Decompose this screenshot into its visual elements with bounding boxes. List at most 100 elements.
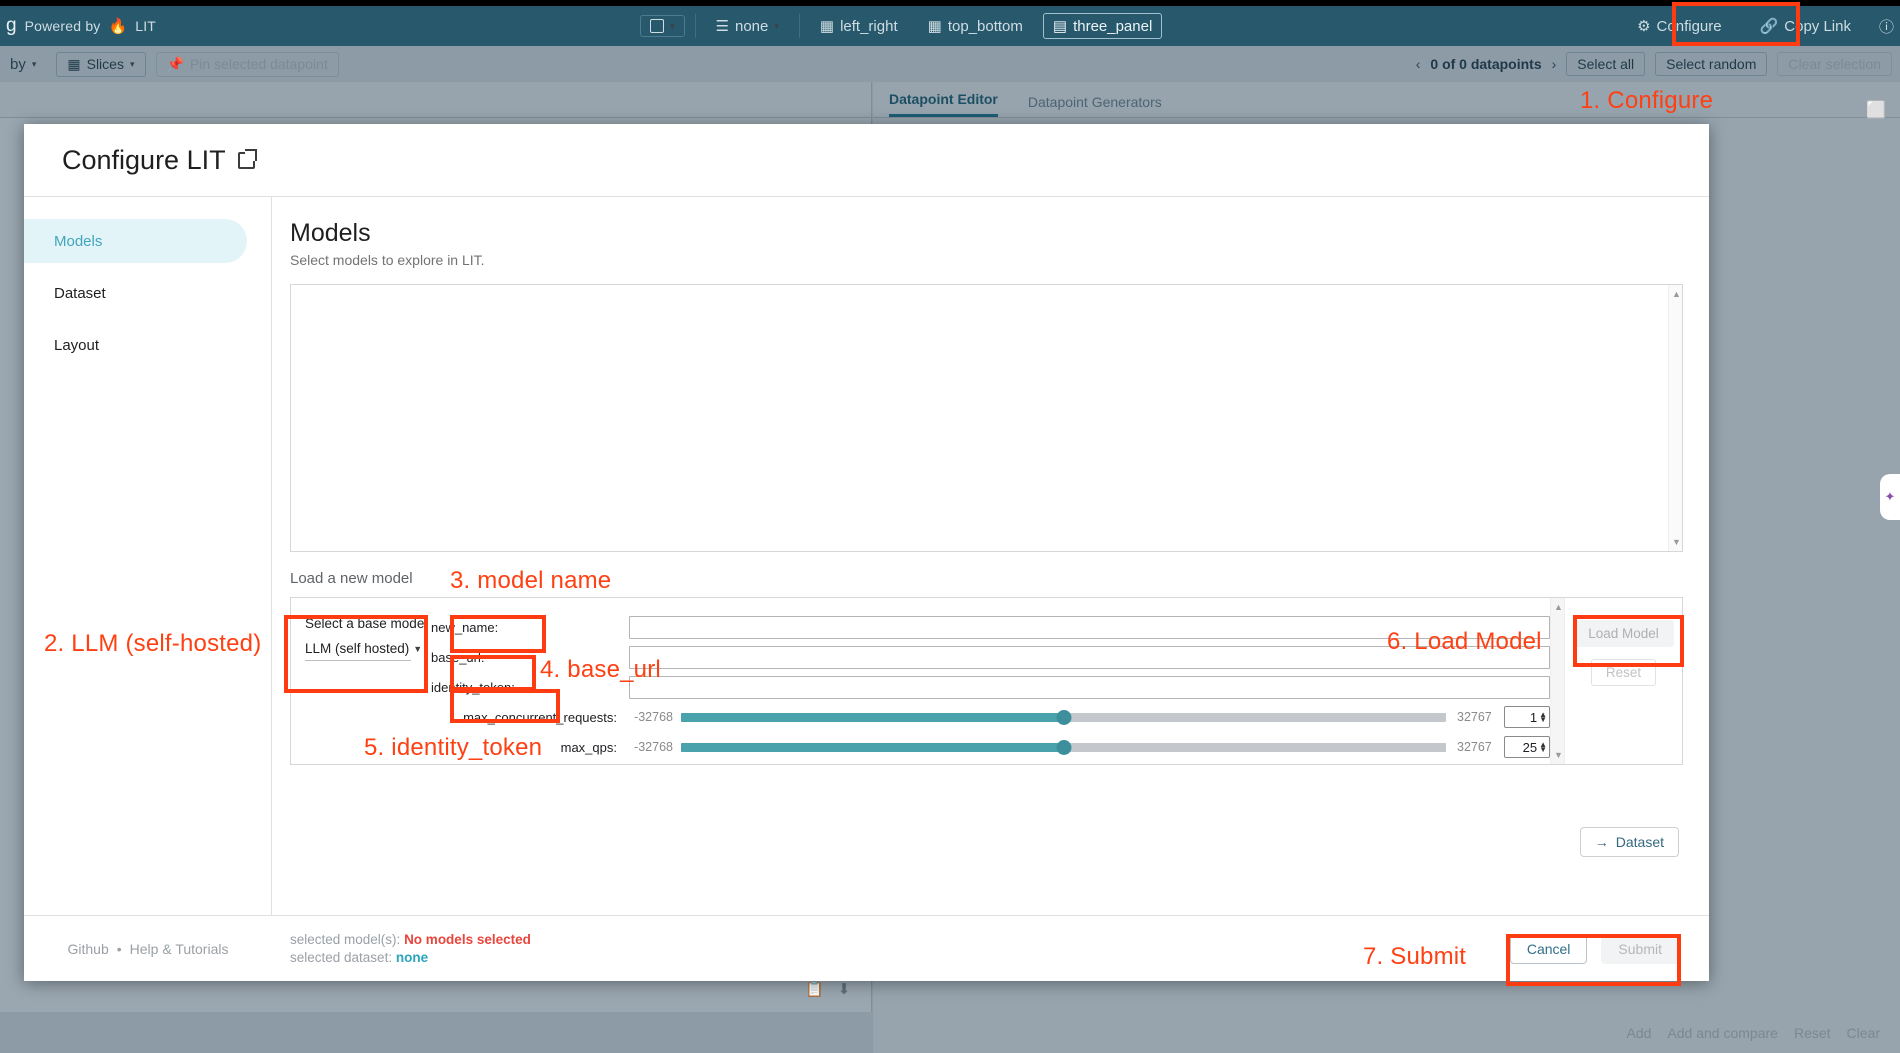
dialog-title: Configure LIT <box>62 145 226 176</box>
stepper-arrows-icon[interactable]: ▲▼ <box>1539 712 1547 722</box>
selected-dataset-value: none <box>396 950 428 965</box>
subbar-right-controls: ‹ 0 of 0 datapoints › Select all Select … <box>1416 52 1892 76</box>
chevron-down-icon: ▾ <box>670 21 675 32</box>
help-icon[interactable]: ⓘ <box>1879 16 1894 37</box>
sidebar-item-layout-label: Layout <box>54 337 99 354</box>
prev-datapoint-arrow[interactable]: ‹ <box>1416 56 1421 72</box>
add-and-compare-button[interactable]: Add and compare <box>1667 1025 1778 1041</box>
dialog-main: Models Select models to explore in LIT. … <box>272 197 1709 915</box>
dialog-body: Models Dataset Layout Models Select mode… <box>24 196 1709 915</box>
submit-button[interactable]: Submit <box>1601 934 1679 964</box>
dialog-footer-buttons: Cancel Submit <box>1510 934 1679 964</box>
clear-selection-label: Clear selection <box>1788 56 1881 72</box>
slices-button[interactable]: ▦ Slices ▾ <box>56 52 145 77</box>
sidebar-item-models-label: Models <box>54 233 102 250</box>
slices-label: Slices <box>87 56 124 72</box>
load-new-model-label: Load a new model <box>290 570 413 587</box>
tab-datapoint-generators[interactable]: Datapoint Generators <box>1028 94 1162 117</box>
layout-top-bottom-label: top_bottom <box>948 18 1023 35</box>
scroll-down-icon[interactable]: ▼ <box>1672 537 1681 547</box>
panels-icon: ▤ <box>1053 17 1067 35</box>
dialog-title-bar: Configure LIT <box>24 124 1709 196</box>
selected-dataset-line: selected dataset: none <box>290 949 531 967</box>
max-qps-min: -32768 <box>629 740 673 754</box>
stepper-arrows-icon[interactable]: ▲▼ <box>1539 742 1547 752</box>
layout-left-right-button[interactable]: ▦ left_right <box>810 13 908 39</box>
model-selector-button[interactable]: ▾ <box>640 15 685 37</box>
select-all-button[interactable]: Select all <box>1566 52 1645 76</box>
clear-selection-button[interactable]: Clear selection <box>1777 52 1892 76</box>
datapoint-count-label: 0 of 0 datapoints <box>1430 56 1541 72</box>
max-concurrent-requests-stepper[interactable]: 1 ▲▼ <box>1504 706 1550 728</box>
max-qps-stepper[interactable]: 25 ▲▼ <box>1504 736 1550 758</box>
toolbar-layout-controls: ▾ ☰ none ▾ ▦ left_right ▦ top_bottom ▤ t… <box>640 6 1162 46</box>
help-tutorials-link[interactable]: Help & Tutorials <box>130 941 229 957</box>
clear-button[interactable]: Clear <box>1847 1025 1880 1041</box>
external-link-icon[interactable] <box>238 152 255 169</box>
reset-button[interactable]: Reset <box>1794 1025 1831 1041</box>
goto-dataset-button[interactable]: → Dataset <box>1580 827 1679 857</box>
slider-knob[interactable] <box>1056 710 1071 725</box>
selected-models-line: selected model(s): No models selected <box>290 931 531 949</box>
expand-icon[interactable]: ⬜ <box>1866 100 1886 120</box>
layout-three-panel-button[interactable]: ▤ three_panel <box>1043 13 1162 39</box>
pin-datapoint-button[interactable]: 📌 Pin selected datapoint <box>156 52 339 77</box>
max-concurrent-requests-value: 1 <box>1530 710 1537 725</box>
max-concurrent-requests-slider[interactable] <box>681 709 1446 725</box>
slices-icon: ▦ <box>67 56 80 73</box>
toolbar-divider <box>799 14 800 38</box>
layout-none-button[interactable]: ☰ none ▾ <box>706 13 789 39</box>
models-list-scrollbar[interactable]: ▲ ▼ <box>1668 285 1682 551</box>
sidebar-item-layout[interactable]: Layout <box>24 323 247 367</box>
scroll-up-icon[interactable]: ▲ <box>1672 289 1681 299</box>
grid-icon: ▦ <box>820 17 834 35</box>
arrow-right-icon: → <box>1595 834 1609 850</box>
annotation-4-base-url: 4. base_url <box>540 656 661 684</box>
color-by-button[interactable]: by ▾ <box>0 52 46 77</box>
base-model-dropdown[interactable]: LLM (self hosted) ▼ <box>305 635 411 661</box>
scroll-down-icon[interactable]: ▼ <box>1554 750 1563 760</box>
sparkle-icon[interactable]: ✦ <box>1880 474 1900 520</box>
select-random-label: Select random <box>1666 56 1756 72</box>
models-list-box[interactable]: ▲ ▼ <box>290 284 1683 552</box>
screenshot-root: g Powered by 🔥 LIT ▾ ☰ none ▾ ▦ left_rig… <box>0 0 1900 1053</box>
copy-link-button[interactable]: 🔗 Copy Link <box>1750 13 1861 39</box>
fields-scrollbar[interactable]: ▲ ▼ <box>1550 598 1564 764</box>
tab-datapoint-editor[interactable]: Datapoint Editor <box>889 91 998 117</box>
submit-label: Submit <box>1618 941 1662 957</box>
load-model-button[interactable]: Load Model <box>1573 620 1674 647</box>
download-icon[interactable]: ⬇ <box>838 980 851 998</box>
max-qps-slider[interactable] <box>681 739 1446 755</box>
configure-button[interactable]: ⚙ Configure <box>1627 13 1732 39</box>
toolbar-divider <box>695 14 696 38</box>
toolbar-actions: ⚙ Configure 🔗 Copy Link ⓘ <box>1627 6 1894 46</box>
dialog-sidebar: Models Dataset Layout <box>24 197 272 915</box>
base-model-value: LLM (self hosted) <box>305 641 409 656</box>
reset-loader-label: Reset <box>1606 665 1641 680</box>
google-logo-icon: g <box>6 15 17 37</box>
cancel-button[interactable]: Cancel <box>1510 934 1588 964</box>
copy-icon[interactable]: 📋 <box>805 980 824 998</box>
slider-knob[interactable] <box>1056 740 1071 755</box>
gear-icon: ⚙ <box>1637 17 1650 35</box>
layout-three-panel-label: three_panel <box>1073 18 1152 35</box>
field-row-max-concurrent-requests: max_concurrent_requests: -32768 32767 1 … <box>425 702 1550 732</box>
github-link[interactable]: Github <box>68 941 109 957</box>
dialog-footer-links: Github • Help & Tutorials <box>24 941 272 957</box>
sidebar-item-dataset[interactable]: Dataset <box>24 271 247 315</box>
annotation-6-load-model: 6. Load Model <box>1387 628 1542 656</box>
layout-top-bottom-button[interactable]: ▦ top_bottom <box>918 13 1033 39</box>
layout-left-right-label: left_right <box>840 18 898 35</box>
add-button[interactable]: Add <box>1627 1025 1652 1041</box>
sidebar-item-models[interactable]: Models <box>24 219 247 263</box>
next-datapoint-arrow[interactable]: › <box>1552 56 1557 72</box>
identity-token-input[interactable] <box>629 676 1550 699</box>
reset-loader-button[interactable]: Reset <box>1591 659 1656 686</box>
select-random-button[interactable]: Select random <box>1655 52 1767 76</box>
loader-actions: Load Model Reset <box>1564 598 1682 764</box>
configure-label: Configure <box>1657 18 1722 35</box>
link-icon: 🔗 <box>1760 17 1779 35</box>
copy-link-label: Copy Link <box>1784 18 1851 35</box>
selected-dataset-label: selected dataset: <box>290 950 392 965</box>
scroll-up-icon[interactable]: ▲ <box>1554 602 1563 612</box>
